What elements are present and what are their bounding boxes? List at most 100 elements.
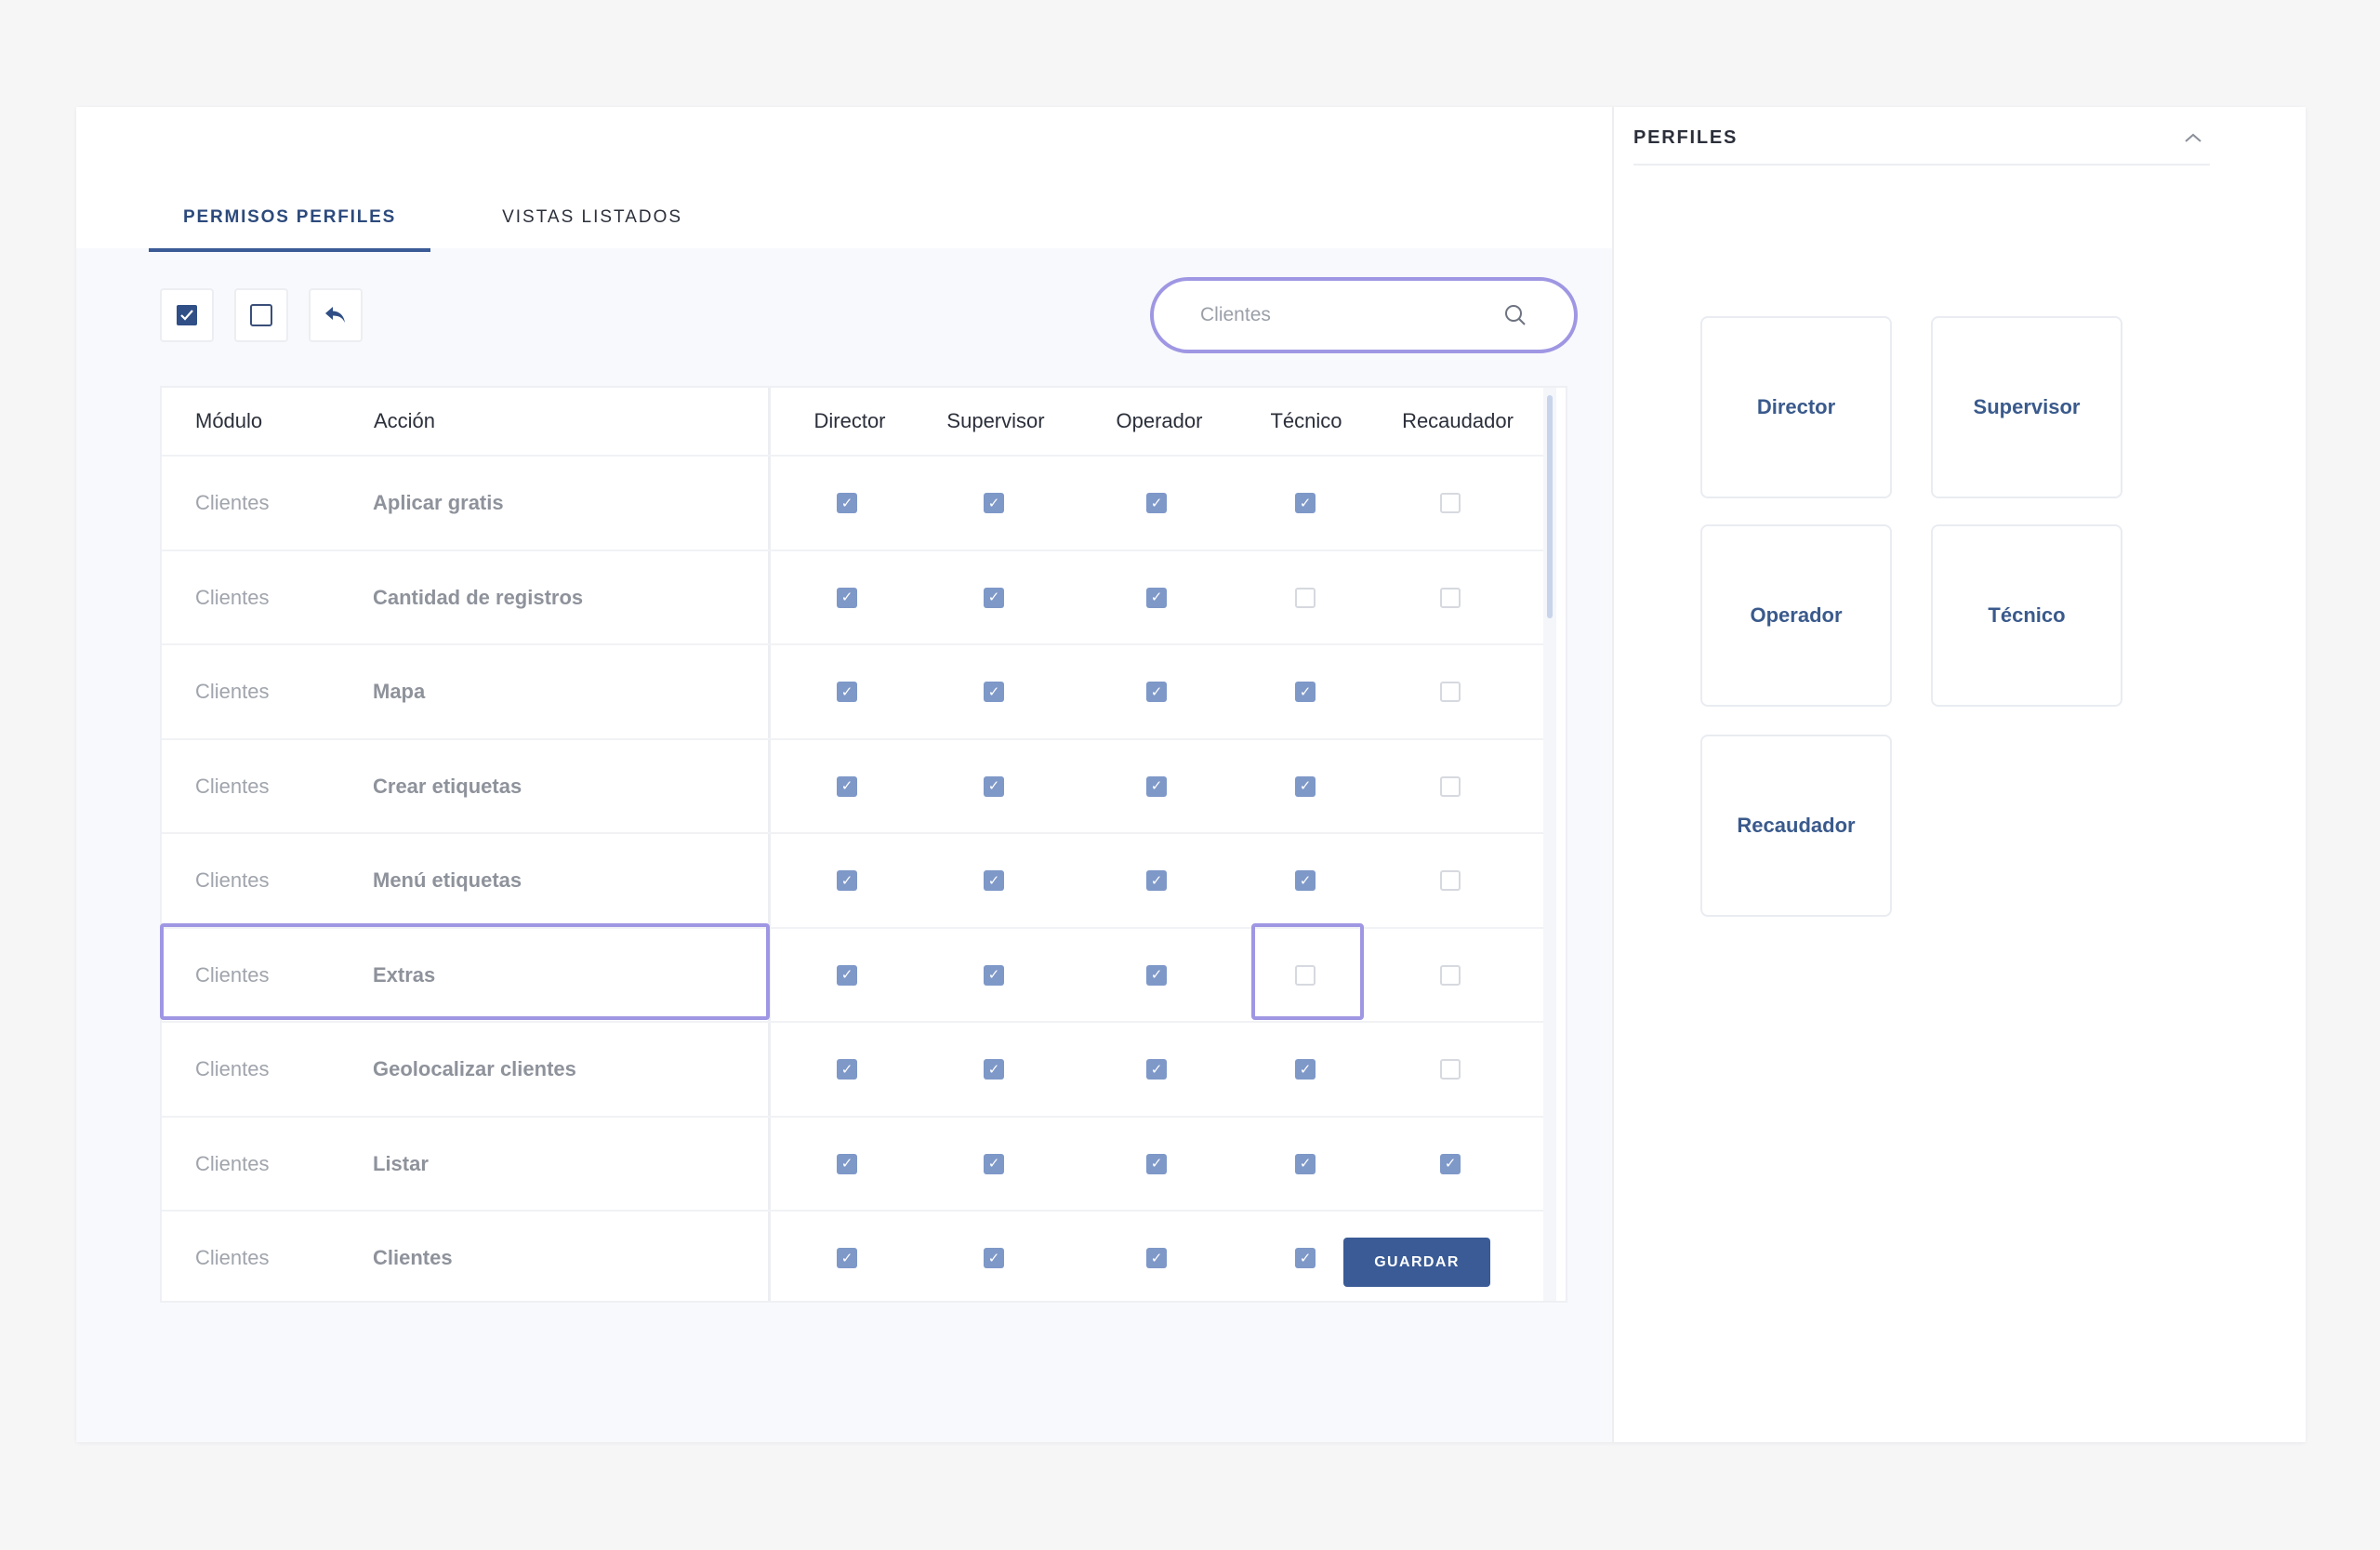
- profile-card-director[interactable]: Director: [1700, 316, 1892, 498]
- table-row[interactable]: Clientes Clientes: [162, 1210, 1543, 1301]
- cell-modulo: Clientes: [195, 1057, 270, 1080]
- permission-checkbox-recaudador[interactable]: [1440, 682, 1461, 702]
- table-row[interactable]: Clientes Geolocalizar clientes: [162, 1021, 1543, 1116]
- permission-checkbox-operador[interactable]: [1146, 1248, 1167, 1268]
- permission-checkbox-supervisor[interactable]: [984, 1059, 1004, 1080]
- permission-checkbox-operador[interactable]: [1146, 775, 1167, 797]
- permission-checkbox-recaudador[interactable]: [1440, 1153, 1461, 1174]
- chevron-up-icon[interactable]: [2184, 132, 2202, 143]
- header-tecnico: Técnico: [1270, 409, 1342, 432]
- permission-checkbox-operador[interactable]: [1146, 964, 1167, 986]
- cell-accion: Clientes: [373, 1246, 453, 1269]
- table-row[interactable]: Clientes Listar: [162, 1115, 1543, 1211]
- header-director: Director: [813, 409, 886, 432]
- permission-checkbox-director[interactable]: [837, 964, 857, 986]
- save-button[interactable]: GUARDAR: [1343, 1238, 1490, 1287]
- permission-checkbox-supervisor[interactable]: [984, 964, 1004, 986]
- profile-card-tecnico[interactable]: Técnico: [1931, 524, 2122, 707]
- table-row[interactable]: Clientes Aplicar gratis: [162, 455, 1543, 550]
- tab-permisos-perfiles[interactable]: PERMISOS PERFILES: [149, 185, 431, 252]
- permission-checkbox-técnico[interactable]: [1295, 1059, 1316, 1080]
- permission-checkbox-recaudador[interactable]: [1440, 493, 1461, 513]
- permission-checkbox-supervisor[interactable]: [984, 587, 1004, 608]
- cell-accion: Crear etiquetas: [373, 774, 522, 798]
- table-row[interactable]: Clientes Crear etiquetas: [162, 737, 1543, 833]
- permission-checkbox-técnico[interactable]: [1295, 870, 1316, 891]
- permission-checkbox-director[interactable]: [837, 870, 857, 891]
- cell-modulo: Clientes: [195, 491, 270, 514]
- profile-card-operador[interactable]: Operador: [1700, 524, 1892, 707]
- permission-checkbox-técnico[interactable]: [1295, 964, 1316, 986]
- cell-accion: Geolocalizar clientes: [373, 1057, 576, 1080]
- undo-button[interactable]: [309, 288, 363, 342]
- permission-checkbox-recaudador[interactable]: [1440, 775, 1461, 797]
- permission-checkbox-director[interactable]: [837, 1153, 857, 1174]
- header-operador: Operador: [1116, 409, 1203, 432]
- permission-checkbox-operador[interactable]: [1146, 1059, 1167, 1080]
- header-recaudador: Recaudador: [1402, 409, 1514, 432]
- permission-checkbox-operador[interactable]: [1146, 1153, 1167, 1174]
- table-row[interactable]: Clientes Extras: [162, 926, 1543, 1022]
- checkbox-empty-icon: [250, 304, 272, 326]
- search-icon[interactable]: [1503, 303, 1527, 327]
- table-row[interactable]: Clientes Mapa: [162, 643, 1543, 738]
- permission-checkbox-técnico[interactable]: [1295, 775, 1316, 797]
- permission-checkbox-supervisor[interactable]: [984, 870, 1004, 891]
- cell-accion: Menú etiquetas: [373, 868, 522, 892]
- permission-checkbox-operador[interactable]: [1146, 493, 1167, 513]
- cell-modulo: Clientes: [195, 585, 270, 609]
- permission-checkbox-director[interactable]: [837, 1248, 857, 1268]
- permission-checkbox-director[interactable]: [837, 775, 857, 797]
- permission-checkbox-supervisor[interactable]: [984, 682, 1004, 702]
- permission-checkbox-recaudador[interactable]: [1440, 587, 1461, 608]
- permission-checkbox-recaudador[interactable]: [1440, 964, 1461, 986]
- permission-checkbox-supervisor[interactable]: [984, 775, 1004, 797]
- uncheck-all-button[interactable]: [234, 288, 288, 342]
- permission-checkbox-operador[interactable]: [1146, 682, 1167, 702]
- permission-checkbox-técnico[interactable]: [1295, 1153, 1316, 1174]
- profile-card-supervisor[interactable]: Supervisor: [1931, 316, 2122, 498]
- cell-modulo: Clientes: [195, 680, 270, 703]
- cell-modulo: Clientes: [195, 1151, 270, 1175]
- permission-checkbox-director[interactable]: [837, 493, 857, 513]
- cell-modulo: Clientes: [195, 868, 270, 892]
- cell-modulo: Clientes: [195, 774, 270, 798]
- check-all-button[interactable]: [160, 288, 214, 342]
- permission-checkbox-técnico[interactable]: [1295, 1248, 1316, 1268]
- table-row[interactable]: Clientes Menú etiquetas: [162, 832, 1543, 927]
- cell-modulo: Clientes: [195, 1246, 270, 1269]
- permission-checkbox-director[interactable]: [837, 682, 857, 702]
- profiles-title: PERFILES: [1633, 126, 1739, 148]
- permission-checkbox-técnico[interactable]: [1295, 587, 1316, 608]
- checkbox-checked-icon: [177, 305, 197, 325]
- permission-checkbox-técnico[interactable]: [1295, 493, 1316, 513]
- search-box[interactable]: [1150, 277, 1578, 353]
- cell-accion: Cantidad de registros: [373, 585, 584, 609]
- permission-checkbox-director[interactable]: [837, 587, 857, 608]
- search-input[interactable]: [1200, 304, 1503, 326]
- permission-checkbox-técnico[interactable]: [1295, 682, 1316, 702]
- tab-vistas-listados[interactable]: VISTAS LISTADOS: [468, 185, 717, 250]
- permission-checkbox-recaudador[interactable]: [1440, 1059, 1461, 1080]
- profile-card-recaudador[interactable]: Recaudador: [1700, 735, 1892, 917]
- cell-accion: Extras: [373, 962, 436, 987]
- cell-accion: Mapa: [373, 680, 426, 703]
- permission-checkbox-operador[interactable]: [1146, 587, 1167, 608]
- scrollbar-thumb[interactable]: [1547, 395, 1553, 618]
- permission-checkbox-supervisor[interactable]: [984, 1153, 1004, 1174]
- permission-checkbox-director[interactable]: [837, 1059, 857, 1080]
- tab-bar: PERMISOS PERFILES VISTAS LISTADOS: [149, 185, 717, 252]
- header-supervisor: Supervisor: [946, 409, 1045, 432]
- cell-modulo: Clientes: [195, 962, 270, 987]
- reply-arrow-icon: [325, 307, 345, 323]
- cell-accion: Listar: [373, 1151, 429, 1175]
- permission-checkbox-supervisor[interactable]: [984, 1248, 1004, 1268]
- permission-checkbox-supervisor[interactable]: [984, 493, 1004, 513]
- header-modulo: Módulo: [195, 409, 263, 432]
- permission-checkbox-recaudador[interactable]: [1440, 870, 1461, 891]
- header-accion: Acción: [374, 409, 436, 432]
- profiles-header[interactable]: PERFILES: [1633, 112, 2210, 166]
- cell-accion: Aplicar gratis: [373, 491, 504, 514]
- table-row[interactable]: Clientes Cantidad de registros: [162, 549, 1543, 644]
- permission-checkbox-operador[interactable]: [1146, 870, 1167, 891]
